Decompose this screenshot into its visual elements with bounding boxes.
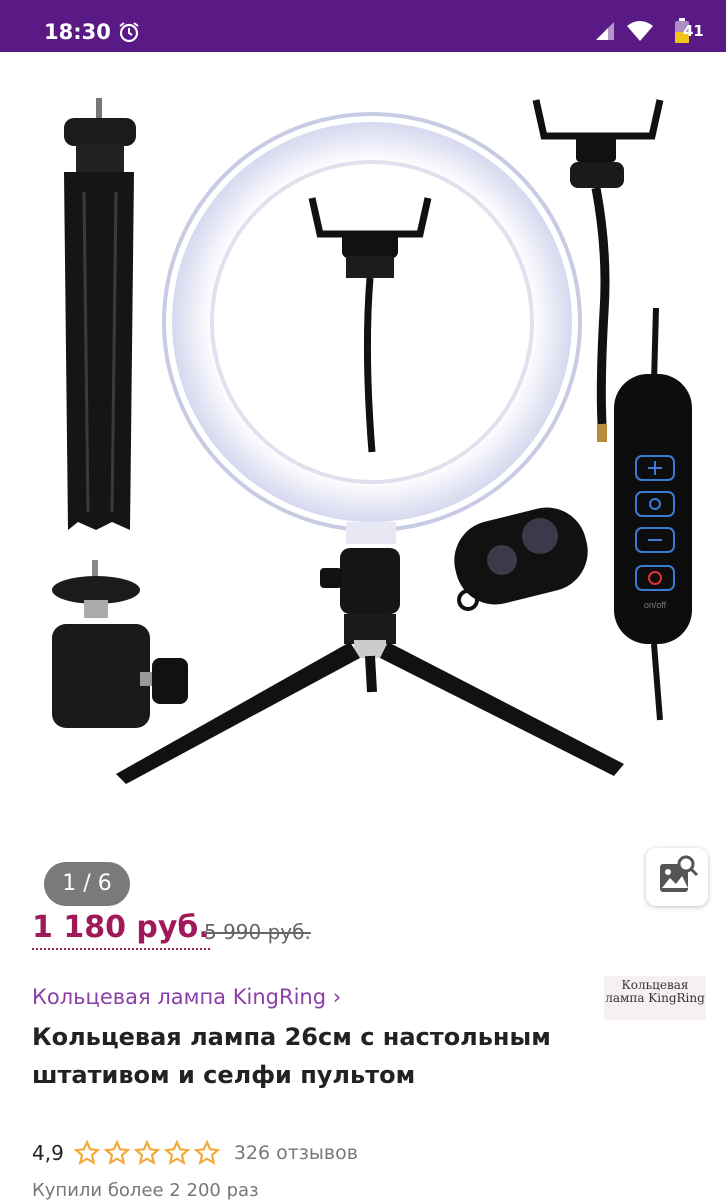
ring-light-image [162,112,582,544]
signal-icon [596,22,614,40]
image-search-icon [660,855,699,892]
product-image: on/off [52,98,692,784]
rating-row[interactable]: 4,9 326 отзывов [32,1138,358,1168]
cable-controller-image: on/off [614,307,692,721]
mini-tripod-image [64,98,136,530]
rating-stars [73,1140,220,1166]
gallery-counter: 1 / 6 [44,862,130,906]
star-icon [103,1140,130,1165]
product-gallery[interactable]: on/off 1 / 6 [0,52,726,906]
status-time: 18:30 [44,20,111,44]
star-icon [73,1140,100,1165]
brand-logo[interactable]: Кольцевая лампа KingRing [604,976,706,1020]
old-price: 5 990 руб. [204,920,311,944]
product-title: Кольцевая лампа 26см с настольным штатив… [32,1023,551,1089]
reviews-link[interactable]: 326 отзывов [234,1142,358,1164]
battery-level: 41 [683,22,704,40]
purchase-count: Купили более 2 200 раз [32,1180,259,1201]
current-price[interactable]: 1 180 руб. [32,910,210,950]
star-icon [133,1140,160,1165]
wifi-icon [627,21,653,41]
ball-head-image [52,560,188,728]
rating-value: 4,9 [32,1141,64,1165]
brand-link[interactable]: Кольцевая лампа KingRing › [32,985,341,1009]
controller-label: on/off [644,600,667,610]
price-row: 1 180 руб. 5 990 руб. [32,910,311,950]
status-bar: 18:30 41 [0,0,726,52]
alarm-icon [119,22,139,43]
star-icon [193,1140,220,1165]
remote-control-image [454,507,588,611]
image-search-button[interactable] [646,848,708,906]
star-icon [163,1140,190,1165]
